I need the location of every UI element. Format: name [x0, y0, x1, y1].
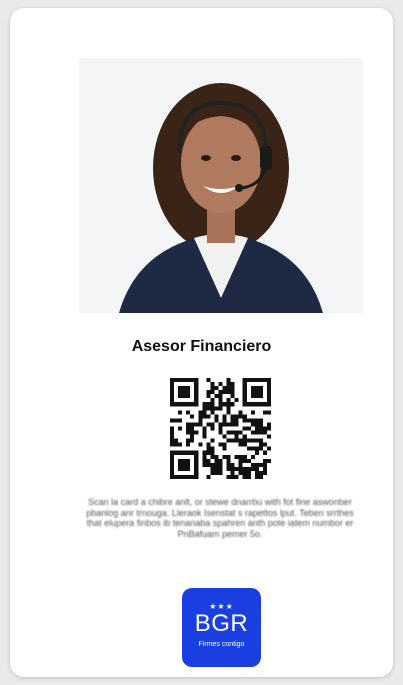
advisor-card: Asesor Financiero Scan la card a chibre …	[10, 8, 393, 677]
scan-instructions: Scan la card a chibre anlt, or stewe dna…	[86, 497, 354, 539]
advisor-title: Asesor Financiero	[131, 338, 272, 355]
qr-code[interactable]	[170, 378, 271, 479]
logo-name: BGR	[194, 610, 249, 637]
bgr-logo: ★★★ BGR Firmes contigo	[182, 588, 261, 667]
logo-tagline: Firmes contigo	[198, 641, 245, 648]
advisor-photo	[79, 58, 363, 313]
